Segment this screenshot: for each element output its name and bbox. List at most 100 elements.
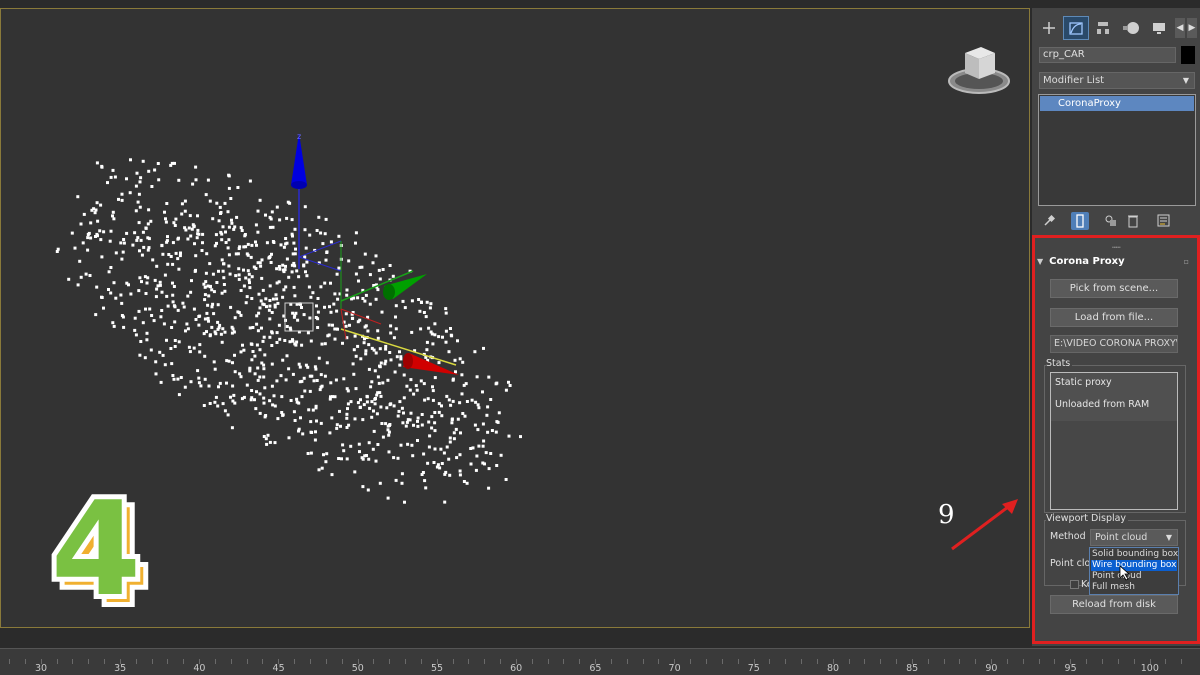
timeline-tick — [9, 659, 10, 664]
timeline-tick — [991, 659, 993, 664]
timeline-tick — [1133, 659, 1135, 664]
command-panel-tabs: ◀ ▶ — [1032, 16, 1200, 44]
timeline-ruler[interactable]: 30 35 40 45 50 55 60 65 70 75 80 85 90 95 100 — [0, 648, 1200, 675]
timeline-tick — [563, 659, 565, 664]
rollout-header[interactable]: ▼ Corona Proxy ▫ — [1037, 254, 1191, 270]
keep-checkbox[interactable] — [1070, 580, 1079, 589]
stats-line-ram: Unloaded from RAM — [1055, 399, 1150, 410]
reload-from-disk-button[interactable]: Reload from disk — [1050, 595, 1178, 614]
pick-from-scene-button[interactable]: Pick from scene... — [1050, 279, 1178, 298]
option-solid-bounding-box[interactable]: Solid bounding box — [1091, 549, 1178, 560]
timeline-tick — [151, 659, 153, 664]
stats-line-type: Static proxy — [1055, 377, 1112, 388]
timeline-tick — [753, 659, 755, 664]
viewport-display-label: Viewport Display — [1046, 513, 1129, 524]
timeline-tick-label: 75 — [747, 663, 760, 674]
timeline-tick-label: 100 — [1140, 663, 1159, 674]
timeline-tick — [1054, 659, 1056, 664]
timeline-tick — [24, 659, 26, 664]
modify-tab-icon[interactable] — [1063, 16, 1089, 40]
timeline-tick — [230, 659, 232, 664]
tabs-scroll-right-icon[interactable]: ▶ — [1187, 18, 1197, 38]
create-tab-icon[interactable] — [1036, 16, 1062, 40]
modifier-list-label: Modifier List — [1043, 75, 1105, 86]
chevron-down-icon: ▼ — [1165, 533, 1172, 542]
timeline-tick — [246, 659, 248, 664]
timeline-tick — [278, 659, 280, 664]
timeline-tick — [468, 659, 470, 664]
stack-item-coronaproxy[interactable]: CoronaProxy — [1040, 96, 1194, 111]
option-full-mesh[interactable]: Full mesh — [1091, 582, 1177, 593]
transform-gizmo[interactable]: z — [291, 132, 459, 375]
option-point-cloud[interactable]: Point cloud — [1091, 571, 1177, 582]
timeline-tick — [610, 659, 612, 664]
timeline-tick — [104, 659, 105, 664]
option-wire-bounding-box[interactable]: Wire bounding box — [1091, 560, 1177, 571]
timeline-tick — [737, 659, 739, 664]
method-select[interactable]: Point cloud ▼ — [1090, 529, 1178, 546]
make-unique-icon[interactable] — [1102, 212, 1120, 230]
timeline-tick — [405, 659, 406, 664]
timeline-tick — [357, 659, 359, 664]
rollout-grip-icon[interactable]: ┅┅ — [1112, 243, 1121, 252]
tabs-scroll-left-icon[interactable]: ◀ — [1175, 18, 1185, 38]
timeline-tick — [325, 659, 327, 664]
timeline-tick — [769, 659, 771, 664]
annotation-arrow-icon — [951, 499, 1018, 551]
timeline-tick-label: 30 — [34, 663, 48, 674]
timeline-tick — [373, 659, 375, 664]
app-window: z 4 4 9 ◀ ▶ crp_CAR Modifier List ▼ Coro… — [0, 0, 1200, 675]
timeline-tick — [262, 659, 264, 664]
timeline-tick — [927, 659, 929, 664]
timeline-tick — [943, 659, 945, 664]
timeline-tick — [135, 659, 137, 664]
timeline-tick-label: 80 — [826, 663, 840, 674]
timeline-tick — [547, 659, 549, 664]
object-name-field[interactable]: crp_CAR — [1039, 47, 1176, 63]
modifier-stack[interactable]: CoronaProxy — [1038, 94, 1196, 206]
object-color-swatch[interactable] — [1181, 46, 1195, 64]
timeline-tick — [721, 659, 723, 664]
timeline-tick — [1006, 659, 1008, 664]
timeline-tick — [40, 659, 42, 664]
load-from-file-button[interactable]: Load from file... — [1050, 308, 1178, 327]
timeline-tick-label: 45 — [272, 663, 285, 674]
rollout-pin-icon[interactable]: ▫ — [1184, 254, 1189, 270]
hierarchy-tab-icon[interactable] — [1090, 16, 1116, 40]
timeline-tick — [436, 659, 438, 664]
method-dropdown-list[interactable]: Solid bounding box Wire bounding box Poi… — [1089, 547, 1179, 595]
chevron-down-icon: ▼ — [1182, 76, 1189, 85]
timeline-tick — [642, 659, 644, 664]
timeline-tick — [832, 659, 834, 664]
sticker-number: 4 — [51, 488, 141, 612]
timeline-tick-label: 55 — [430, 663, 444, 674]
display-tab-icon[interactable] — [1146, 16, 1172, 40]
timeline-tick — [579, 659, 581, 664]
modifier-list-dropdown[interactable]: Modifier List ▼ — [1039, 72, 1195, 89]
timeline-tick — [1117, 659, 1119, 664]
viewcube-icon[interactable] — [947, 43, 1011, 99]
timeline-tick — [1038, 659, 1040, 664]
timeline-tick — [310, 659, 311, 664]
remove-modifier-icon[interactable] — [1124, 212, 1142, 230]
pin-stack-icon[interactable] — [1040, 212, 1058, 230]
motion-tab-icon[interactable] — [1118, 16, 1144, 40]
timeline-tick — [167, 659, 169, 664]
timeline-tick-label: 35 — [114, 663, 127, 674]
command-panel: ◀ ▶ crp_CAR Modifier List ▼ CoronaProxy — [1032, 8, 1200, 646]
timeline-tick — [785, 659, 787, 664]
timeline-tick — [199, 659, 201, 664]
timeline-tick — [72, 659, 74, 664]
timeline-tick — [816, 659, 818, 664]
z-axis-label: z — [297, 132, 301, 141]
timeline-tick — [88, 659, 90, 664]
proxy-file-path-field[interactable]: E:\VIDEO CORONA PROXY\M — [1050, 335, 1178, 353]
timeline-tick — [341, 659, 343, 664]
stats-label: Stats — [1046, 358, 1073, 369]
perspective-viewport[interactable]: z — [0, 8, 1030, 628]
method-label: Method — [1050, 531, 1086, 542]
timeline-tick — [1022, 659, 1024, 664]
method-value: Point cloud — [1095, 532, 1148, 543]
show-end-result-icon[interactable] — [1071, 212, 1089, 230]
configure-modifier-sets-icon[interactable] — [1155, 212, 1173, 230]
